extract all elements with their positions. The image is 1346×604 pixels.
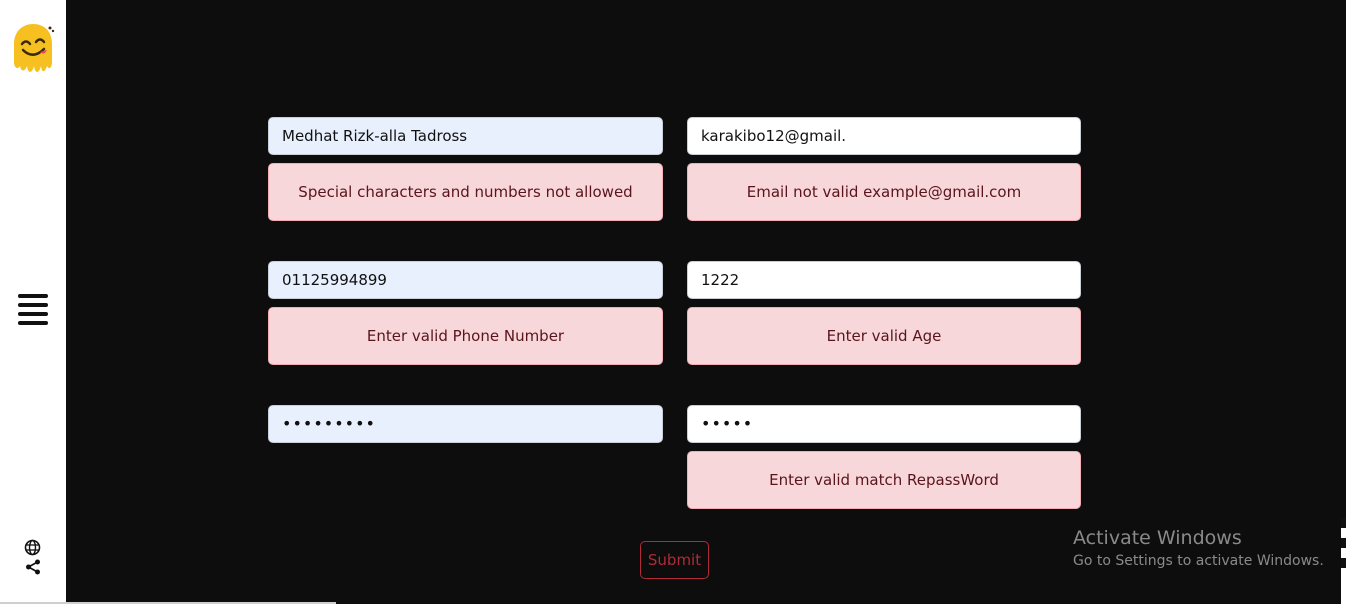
repassword-error-alert: Enter valid match RepassWord bbox=[687, 451, 1081, 509]
yummy-logo-icon[interactable] bbox=[10, 22, 56, 78]
share-icon[interactable] bbox=[25, 559, 41, 575]
password-input[interactable]: ••••••••• bbox=[268, 405, 663, 443]
age-input[interactable]: 1222 bbox=[687, 261, 1081, 299]
phone-input[interactable]: 01125994899 bbox=[268, 261, 663, 299]
email-error-alert: Email not valid example@gmail.com bbox=[687, 163, 1081, 221]
sidebar bbox=[0, 0, 66, 604]
globe-icon[interactable] bbox=[24, 539, 41, 556]
age-error-alert: Enter valid Age bbox=[687, 307, 1081, 365]
email-input[interactable]: karakibo12@gmail. bbox=[687, 117, 1081, 155]
repassword-input[interactable]: ••••• bbox=[687, 405, 1081, 443]
phone-error-alert: Enter valid Phone Number bbox=[268, 307, 663, 365]
right-edge-scrollbar[interactable] bbox=[1341, 518, 1346, 604]
submit-button[interactable]: Submit bbox=[640, 541, 709, 579]
watermark-title: Activate Windows bbox=[1073, 527, 1242, 549]
activate-windows-watermark: Activate Windows Go to Settings to activ… bbox=[1073, 526, 1324, 572]
watermark-subtitle: Go to Settings to activate Windows. bbox=[1073, 553, 1324, 569]
name-input[interactable]: Medhat Rizk-alla Tadross bbox=[268, 117, 663, 155]
hamburger-menu-icon[interactable] bbox=[18, 294, 48, 325]
name-error-alert: Special characters and numbers not allow… bbox=[268, 163, 663, 221]
